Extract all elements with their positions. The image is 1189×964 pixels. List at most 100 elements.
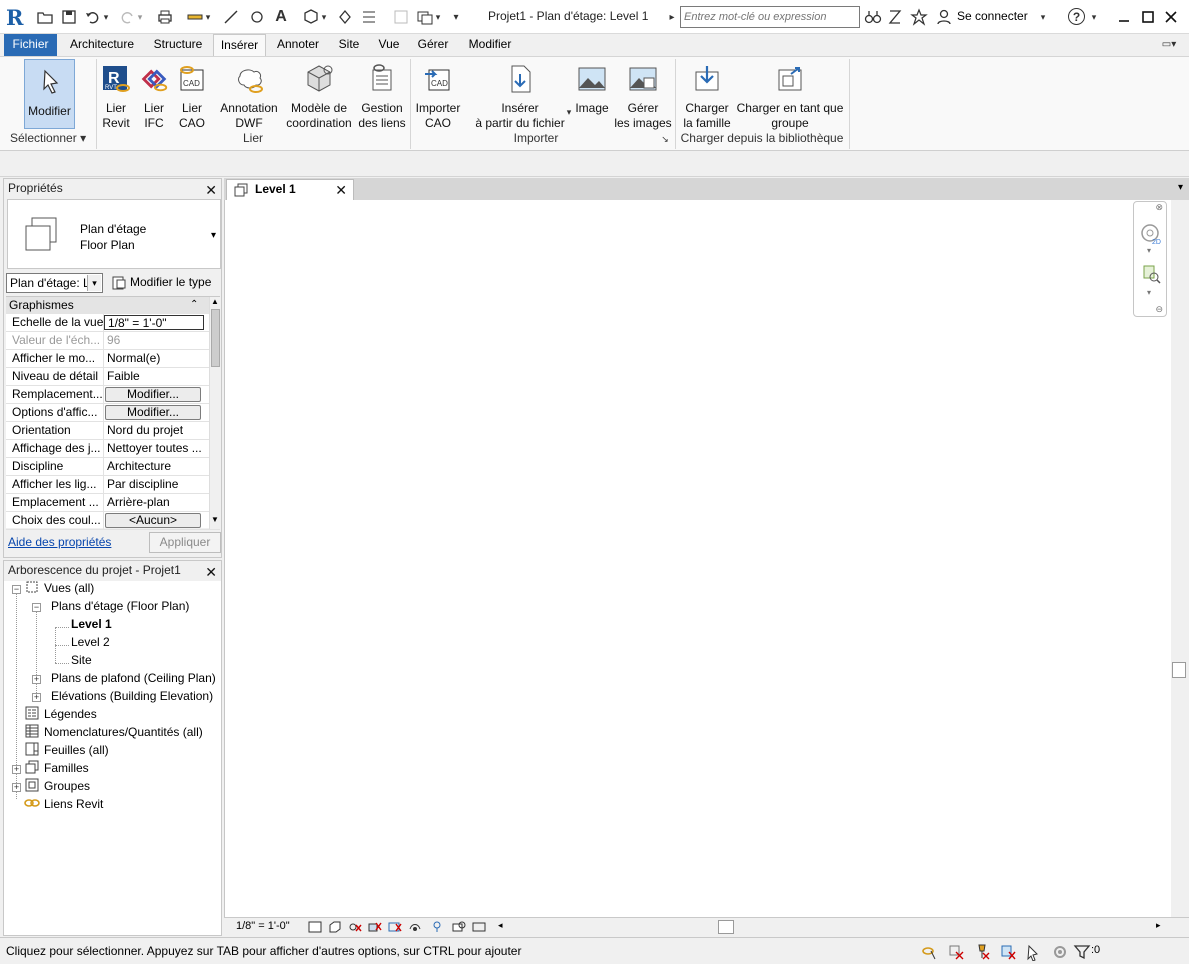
tree-node-groups[interactable]: Groupes <box>24 777 90 795</box>
horizontal-scroll-thumb[interactable] <box>718 920 734 934</box>
steering-wheel-dropdown-icon[interactable]: ▾ <box>1147 246 1151 255</box>
select-by-face-icon[interactable] <box>999 943 1017 961</box>
navbar-close-icon[interactable]: ⊗ <box>1155 202 1163 213</box>
open-icon[interactable] <box>36 8 54 26</box>
vertical-scroll-thumb[interactable] <box>1172 662 1186 678</box>
property-row[interactable]: Affichage des j... Nettoyer toutes ... <box>6 440 220 458</box>
print-icon[interactable] <box>156 8 174 26</box>
apply-button[interactable]: Appliquer <box>149 532 221 553</box>
scroll-right-icon[interactable]: ▸ <box>1156 920 1161 931</box>
dwf-markup-button[interactable]: Annotation DWF <box>216 57 282 137</box>
reveal-hidden-icon[interactable] <box>472 921 488 933</box>
tree-node-level-1[interactable]: Level 1 <box>71 615 112 633</box>
sun-path-icon[interactable] <box>348 921 362 933</box>
thin-lines-icon[interactable] <box>360 8 378 26</box>
property-value[interactable]: Faible <box>104 368 204 385</box>
property-value[interactable]: Arrière-plan <box>104 494 204 511</box>
tab-site[interactable]: Site <box>332 34 366 56</box>
instance-filter-select[interactable]: Plan d'étage: L ▾ <box>6 273 103 293</box>
select-underlay-icon[interactable] <box>947 943 965 961</box>
dimension-icon[interactable] <box>222 8 240 26</box>
save-icon[interactable] <box>60 8 78 26</box>
switch-windows-icon[interactable] <box>416 8 434 26</box>
tab-manage[interactable]: Gérer <box>413 34 453 56</box>
3d-view-dropdown-icon[interactable]: ▾ <box>320 8 328 26</box>
tree-node-elevations[interactable]: Elévations (Building Elevation) <box>51 687 213 705</box>
tree-node-ceiling-plans[interactable]: Plans de plafond (Ceiling Plan) <box>51 669 216 687</box>
scroll-down-icon[interactable]: ▼ <box>211 515 219 524</box>
maximize-icon[interactable] <box>1139 8 1157 26</box>
search-expand-icon[interactable]: ▸ <box>667 8 677 26</box>
properties-scrollbar[interactable]: ▲ ▼ <box>209 297 221 529</box>
modify-button[interactable]: Modifier <box>24 59 75 129</box>
detail-level-icon[interactable] <box>308 921 322 933</box>
view-tab-close-icon[interactable]: ✕ <box>335 181 347 200</box>
binoculars-icon[interactable] <box>864 8 882 26</box>
filter-icon[interactable] <box>1073 943 1091 961</box>
property-row[interactable]: Niveau de détail Faible <box>6 368 220 386</box>
tree-expand-icon[interactable]: + <box>32 693 41 702</box>
group-select-dropdown-icon[interactable]: ▾ <box>80 131 86 145</box>
insert-from-file-dropdown-icon[interactable]: ▾ <box>565 103 573 121</box>
image-button[interactable]: Image <box>574 57 610 137</box>
scroll-up-icon[interactable]: ▲ <box>211 297 219 306</box>
type-dropdown-icon[interactable]: ▾ <box>211 230 216 241</box>
text-icon[interactable]: A <box>272 8 290 26</box>
browser-close-icon[interactable]: ✕ <box>205 563 217 582</box>
manage-links-button[interactable]: Gestion des liens <box>358 57 406 137</box>
property-row[interactable]: Choix des coul... <Aucun> <box>6 512 220 530</box>
measure-dropdown-icon[interactable]: ▾ <box>204 8 212 26</box>
user-icon[interactable] <box>935 8 953 26</box>
tree-node-legends[interactable]: Légendes <box>24 705 97 723</box>
tag-icon[interactable] <box>248 8 266 26</box>
scroll-left-icon[interactable]: ◂ <box>498 920 503 931</box>
view-tabs-menu-icon[interactable]: ▾ <box>1178 182 1183 193</box>
drag-on-selection-icon[interactable] <box>1025 943 1043 961</box>
ribbon-minimize-icon[interactable]: ▭▾ <box>1156 36 1182 52</box>
close-hidden-icon[interactable] <box>392 8 410 26</box>
navbar-options-icon[interactable]: ⊖ <box>1155 304 1163 315</box>
tab-modify[interactable]: Modifier <box>461 34 519 56</box>
tree-node-floor-plans[interactable]: Plans d'étage (Floor Plan) <box>51 597 189 615</box>
tree-collapse-icon[interactable]: − <box>32 603 41 612</box>
view-tab-level-1[interactable]: Level 1 ✕ <box>226 179 354 200</box>
drawing-canvas[interactable] <box>224 200 1171 917</box>
tab-view[interactable]: Vue <box>373 34 405 56</box>
help-dropdown-icon[interactable]: ▾ <box>1089 8 1099 26</box>
import-dialog-launcher-icon[interactable]: ↘ <box>660 133 670 145</box>
import-cad-button[interactable]: CAD Importer CAO <box>413 57 463 137</box>
canvas-vertical-scrollbar[interactable] <box>1171 200 1189 917</box>
property-value[interactable]: Par discipline <box>104 476 204 493</box>
redo-icon[interactable] <box>118 8 136 26</box>
scroll-thumb[interactable] <box>211 309 220 367</box>
properties-help-link[interactable]: Aide des propriétés <box>8 535 111 549</box>
zoom-dropdown-icon[interactable]: ▾ <box>1147 288 1151 297</box>
view-scale-control[interactable]: 1/8" = 1'-0" <box>236 920 290 932</box>
property-value[interactable]: Nord du projet <box>104 422 204 439</box>
type-selector[interactable]: Plan d'étage Floor Plan ▾ <box>7 199 221 269</box>
show-crop-icon[interactable] <box>408 921 422 933</box>
tree-node-site[interactable]: Site <box>71 651 92 669</box>
tree-expand-icon[interactable]: + <box>12 783 21 792</box>
property-value[interactable]: Architecture <box>104 458 204 475</box>
property-row[interactable]: Emplacement ... Arrière-plan <box>6 494 220 512</box>
redo-dropdown-icon[interactable]: ▾ <box>136 8 144 26</box>
background-process-icon[interactable] <box>1051 943 1069 961</box>
color-scheme-button[interactable]: <Aucun> <box>105 513 201 528</box>
tree-node-sheets[interactable]: Feuilles (all) <box>24 741 109 759</box>
property-row[interactable]: Afficher les lig... Par discipline <box>6 476 220 494</box>
sign-in-dropdown-icon[interactable]: ▾ <box>1038 8 1048 26</box>
coordination-model-button[interactable]: Modèle de coordination <box>285 57 353 137</box>
temporary-hide-icon[interactable] <box>452 921 466 933</box>
tab-structure[interactable]: Structure <box>146 34 210 56</box>
link-cad-button[interactable]: CAD Lier CAO <box>174 57 210 137</box>
properties-close-icon[interactable]: ✕ <box>205 181 217 200</box>
tree-expand-icon[interactable]: + <box>12 765 21 774</box>
load-as-group-button[interactable]: Charger en tant que groupe <box>736 57 844 137</box>
app-logo[interactable]: R <box>6 5 23 30</box>
zoom-region-icon[interactable] <box>1141 264 1161 284</box>
group-select[interactable]: Sélectionner ▾ <box>10 131 88 145</box>
load-family-button[interactable]: Charger la famille <box>681 57 733 137</box>
collapse-icon[interactable]: ⌃ <box>190 297 198 313</box>
tab-file[interactable]: Fichier <box>4 34 57 56</box>
